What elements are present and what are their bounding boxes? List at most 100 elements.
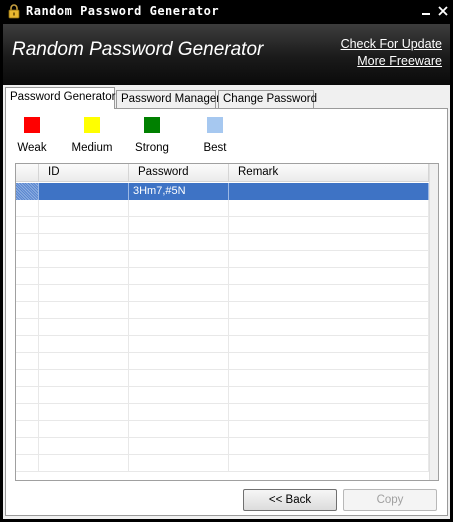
cell-password[interactable]	[129, 353, 229, 370]
row-selector-cell[interactable]	[16, 455, 39, 472]
table-row[interactable]	[16, 438, 429, 455]
more-freeware-link[interactable]: More Freeware	[357, 54, 442, 68]
cell-id[interactable]	[39, 183, 129, 200]
table-row[interactable]	[16, 319, 429, 336]
cell-remark[interactable]	[229, 251, 429, 268]
cell-password[interactable]	[129, 438, 229, 455]
cell-password[interactable]	[129, 200, 229, 217]
cell-id[interactable]	[39, 285, 129, 302]
table-row[interactable]	[16, 200, 429, 217]
cell-id[interactable]	[39, 455, 129, 472]
cell-remark[interactable]	[229, 336, 429, 353]
tab-change-password[interactable]: Change Password	[218, 90, 317, 109]
cell-password[interactable]	[129, 404, 229, 421]
cell-remark[interactable]	[229, 353, 429, 370]
table-row[interactable]	[16, 455, 429, 472]
row-selector-cell[interactable]	[16, 234, 39, 251]
cell-password[interactable]	[129, 421, 229, 438]
table-row[interactable]	[16, 268, 429, 285]
grid-scrollbar[interactable]	[429, 164, 438, 480]
cell-remark[interactable]	[229, 370, 429, 387]
cell-id[interactable]	[39, 421, 129, 438]
cell-remark[interactable]	[229, 183, 429, 200]
row-selector-cell[interactable]	[16, 404, 39, 421]
cell-password[interactable]	[129, 455, 229, 472]
table-row[interactable]	[16, 251, 429, 268]
cell-id[interactable]	[39, 251, 129, 268]
cell-remark[interactable]	[229, 438, 429, 455]
cell-password[interactable]	[129, 217, 229, 234]
cell-id[interactable]	[39, 319, 129, 336]
table-row[interactable]	[16, 387, 429, 404]
cell-password[interactable]	[129, 285, 229, 302]
cell-remark[interactable]	[229, 234, 429, 251]
minimize-icon[interactable]	[420, 5, 432, 17]
column-header-remark[interactable]: Remark	[229, 164, 429, 182]
cell-id[interactable]	[39, 268, 129, 285]
check-update-link[interactable]: Check For Update	[341, 37, 442, 51]
row-selector-cell[interactable]	[16, 268, 39, 285]
table-row[interactable]: 3Hm7,#5N	[16, 183, 429, 200]
cell-remark[interactable]	[229, 302, 429, 319]
cell-id[interactable]	[39, 200, 129, 217]
cell-password[interactable]	[129, 370, 229, 387]
cell-remark[interactable]	[229, 319, 429, 336]
row-selector-cell[interactable]	[16, 387, 39, 404]
cell-password[interactable]	[129, 234, 229, 251]
cell-id[interactable]	[39, 217, 129, 234]
table-row[interactable]	[16, 421, 429, 438]
cell-remark[interactable]	[229, 217, 429, 234]
cell-id[interactable]	[39, 353, 129, 370]
cell-password[interactable]	[129, 302, 229, 319]
cell-password[interactable]	[129, 268, 229, 285]
table-row[interactable]	[16, 285, 429, 302]
row-selector-cell[interactable]	[16, 251, 39, 268]
cell-id[interactable]	[39, 370, 129, 387]
cell-remark[interactable]	[229, 268, 429, 285]
row-selector-cell[interactable]	[16, 438, 39, 455]
cell-remark[interactable]	[229, 200, 429, 217]
table-row[interactable]	[16, 217, 429, 234]
row-selector-cell[interactable]	[16, 285, 39, 302]
row-selector-cell[interactable]	[16, 370, 39, 387]
tab-password-generator[interactable]: Password Generator	[5, 87, 115, 109]
tab-password-manager[interactable]: Password Manager	[116, 90, 220, 109]
cell-id[interactable]	[39, 234, 129, 251]
cell-id[interactable]	[39, 387, 129, 404]
table-row[interactable]	[16, 336, 429, 353]
row-selector-cell[interactable]	[16, 336, 39, 353]
cell-id[interactable]	[39, 336, 129, 353]
table-row[interactable]	[16, 302, 429, 319]
close-icon[interactable]	[437, 5, 449, 17]
cell-id[interactable]	[39, 302, 129, 319]
cell-password[interactable]	[129, 319, 229, 336]
back-button[interactable]: << Back	[243, 489, 337, 511]
cell-remark[interactable]	[229, 421, 429, 438]
column-header-id[interactable]: ID	[39, 164, 129, 182]
row-selector-cell[interactable]	[16, 421, 39, 438]
cell-remark[interactable]	[229, 455, 429, 472]
cell-id[interactable]	[39, 438, 129, 455]
row-selector-cell[interactable]	[16, 319, 39, 336]
table-row[interactable]	[16, 404, 429, 421]
row-selector-cell[interactable]	[16, 217, 39, 234]
cell-remark[interactable]	[229, 285, 429, 302]
cell-password[interactable]	[129, 251, 229, 268]
table-row[interactable]	[16, 370, 429, 387]
row-selector-cell[interactable]	[16, 353, 39, 370]
cell-remark[interactable]	[229, 387, 429, 404]
cell-id[interactable]	[39, 404, 129, 421]
row-selector-cell[interactable]	[16, 200, 39, 217]
cell-remark[interactable]	[229, 404, 429, 421]
row-selector-cell[interactable]	[16, 302, 39, 319]
table-row[interactable]	[16, 353, 429, 370]
title-bar[interactable]: Random Password Generator	[0, 0, 453, 24]
column-header-password[interactable]: Password	[129, 164, 229, 182]
grid-corner-cell[interactable]	[16, 164, 39, 182]
cell-password[interactable]	[129, 387, 229, 404]
cell-password[interactable]: 3Hm7,#5N	[129, 183, 229, 200]
cell-password[interactable]	[129, 336, 229, 353]
copy-button[interactable]: Copy	[343, 489, 437, 511]
row-selector-cell[interactable]	[16, 183, 39, 200]
table-row[interactable]	[16, 234, 429, 251]
